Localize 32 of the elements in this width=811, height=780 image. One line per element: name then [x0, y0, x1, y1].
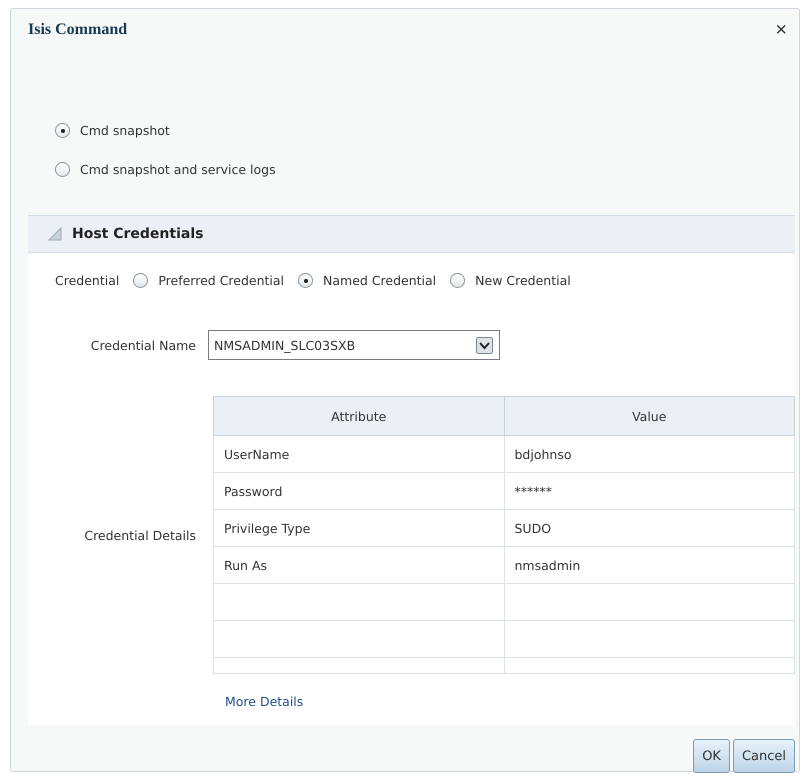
dialog-button[interactable]: Cancel — [732, 739, 795, 773]
radio-label: Cmd snapshot — [80, 123, 170, 138]
section-header[interactable]: Host Credentials — [28, 215, 795, 253]
credential-dropdown[interactable]: NMSADMIN_SLC03SXB — [208, 330, 500, 360]
credential-label: Credential — [55, 273, 120, 288]
table-cell: SUDO — [504, 510, 794, 546]
radio-label: Cmd snapshot and service logs — [80, 162, 276, 177]
close-button[interactable]: × — [771, 19, 791, 42]
table-cell: nmsadmin — [504, 546, 794, 584]
radio-button[interactable] — [55, 123, 70, 138]
radio-button[interactable] — [133, 273, 148, 288]
dialog-title: Isis Command — [28, 21, 128, 39]
table-cell: Run As — [214, 546, 504, 584]
field-label: Credential Name — [90, 338, 197, 352]
radio-label: Preferred Credential — [158, 273, 284, 288]
radio-button[interactable] — [55, 162, 70, 177]
radio-label: Named Credential — [323, 273, 436, 288]
table-cell: ****** — [504, 472, 794, 510]
radio-button[interactable] — [450, 273, 466, 288]
dialog-button[interactable]: OK — [693, 739, 730, 773]
table-cell: bdjohnso — [504, 436, 794, 472]
column-header: Attribute — [214, 396, 504, 436]
column-header: Value — [504, 396, 794, 436]
more-details-link[interactable]: More Details — [225, 694, 304, 725]
table-cell: Privilege Type — [214, 510, 504, 546]
radio-button[interactable] — [298, 273, 314, 288]
section-title: Host Credentials — [72, 226, 204, 242]
field-label: Credential Details — [83, 528, 197, 542]
table-cell: UserName — [214, 436, 504, 472]
radio-label: New Credential — [475, 273, 571, 288]
table-cell: Password — [214, 472, 504, 510]
disclosure-triangle-icon[interactable] — [48, 227, 62, 241]
